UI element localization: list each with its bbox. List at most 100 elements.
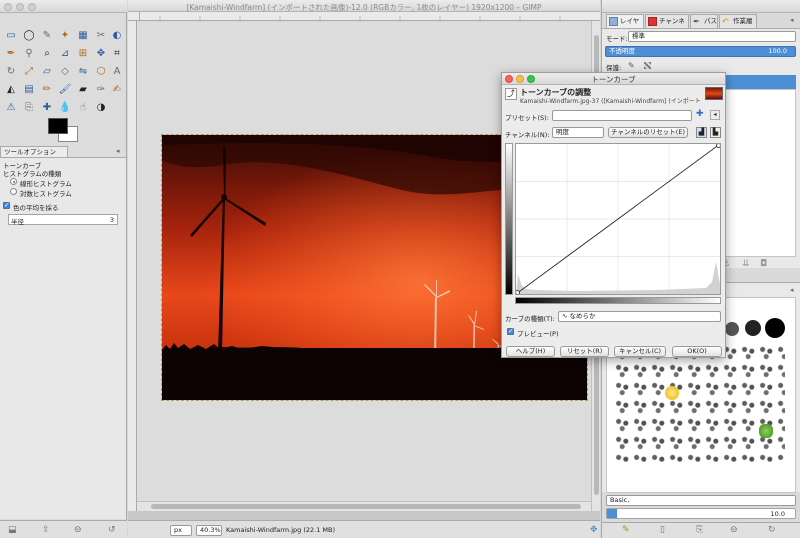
new-brush-icon[interactable]: ▯	[660, 525, 665, 535]
radius-label: 半径	[11, 218, 24, 226]
eraser-tool-icon[interactable]: ▰	[76, 82, 90, 96]
horizontal-ruler[interactable]	[140, 12, 600, 21]
foreground-select-tool-icon[interactable]: ◐	[110, 28, 124, 42]
crop-tool-icon[interactable]: ⌗	[110, 46, 124, 60]
navigate-icon[interactable]: ✥	[590, 525, 598, 535]
preset-menu-icon[interactable]: ◂	[710, 110, 720, 120]
delete-options-icon[interactable]: ⊖	[74, 525, 82, 535]
preview-checkbox[interactable]	[507, 327, 514, 335]
minimize-window-button[interactable]	[16, 3, 24, 11]
edit-brush-icon[interactable]: ✎	[622, 525, 630, 535]
reset-button[interactable]: リセット(R)	[560, 346, 609, 357]
airbrush-tool-icon[interactable]: ✑	[94, 82, 108, 96]
fuzzy-select-tool-icon[interactable]: ✦	[58, 28, 72, 42]
ellipse-select-tool-icon[interactable]: ◯	[22, 28, 36, 42]
opacity-slider[interactable]: 不透明度 100.0	[605, 46, 796, 57]
clone-tool-icon[interactable]: ⎘	[22, 100, 36, 114]
flip-tool-icon[interactable]: ⇋	[76, 64, 90, 78]
tool-options-tab-label: ツールオプション	[4, 148, 56, 156]
heal-tool-icon[interactable]: ✚	[40, 100, 54, 114]
perspective-tool-icon[interactable]: ◇	[58, 64, 72, 78]
vertical-ruler[interactable]	[128, 21, 137, 511]
zoom-value: 40.3%	[200, 526, 221, 534]
select-by-color-tool-icon[interactable]: ▦	[76, 28, 90, 42]
help-button[interactable]: ヘルプ(H)	[506, 346, 555, 357]
paths-tool-icon[interactable]: ✒	[4, 46, 18, 60]
sample-average-checkbox[interactable]	[3, 201, 10, 209]
duplicate-brush-icon[interactable]: ⎘	[696, 525, 703, 535]
dock-menu-icon[interactable]: ◂	[790, 16, 794, 24]
brush-circle-item[interactable]	[725, 322, 739, 336]
merge-layer-icon[interactable]: ⇊	[742, 259, 750, 269]
reset-channel-button[interactable]: チャンネルのリセット(E)	[608, 127, 688, 138]
tab-paths-label: パス	[704, 17, 717, 25]
ok-button[interactable]: OK(O)	[672, 346, 722, 357]
color-picker-tool-icon[interactable]: ⚲	[22, 46, 36, 60]
tab-layers[interactable]: レイヤー	[606, 14, 644, 38]
shear-tool-icon[interactable]: ▱	[40, 64, 54, 78]
move-tool-icon[interactable]: ✥	[94, 46, 108, 60]
curve-type-select[interactable]: ∿ なめらか	[558, 311, 721, 322]
panel-menu-icon[interactable]: ◂	[116, 147, 120, 155]
horizontal-scroll-thumb[interactable]	[151, 504, 581, 509]
unit-selector[interactable]: px	[170, 525, 192, 536]
brush-spacing-slider[interactable]: 10.0	[606, 508, 796, 519]
dodge-burn-tool-icon[interactable]: ◑	[94, 100, 108, 114]
brush-texture-items[interactable]	[615, 344, 785, 462]
lock-alpha-icon[interactable]	[644, 62, 651, 69]
tab-paths[interactable]: ✒ パス	[690, 14, 718, 28]
paintbrush-tool-icon[interactable]: 🖌	[58, 82, 72, 96]
horizontal-scrollbar[interactable]	[137, 501, 600, 511]
bucket-fill-tool-icon[interactable]: ◭	[4, 82, 18, 96]
save-options-icon[interactable]: ⬓	[8, 525, 17, 535]
cage-tool-icon[interactable]: ⬡	[94, 64, 108, 78]
blur-tool-icon[interactable]: 💧	[58, 100, 72, 114]
smudge-tool-icon[interactable]: ☝	[76, 100, 90, 114]
refresh-brushes-icon[interactable]: ↻	[768, 525, 776, 535]
radius-spinner[interactable]: 半径 3	[8, 214, 118, 226]
log-histogram-radio[interactable]	[10, 188, 17, 195]
warning-tool-icon[interactable]: ⚠	[4, 100, 18, 114]
foreground-color-swatch-front[interactable]	[48, 118, 68, 134]
measure-tool-icon[interactable]: ⊿	[58, 46, 72, 60]
toolbox-titlebar	[0, 0, 127, 13]
text-tool-icon[interactable]: A	[110, 64, 124, 78]
tab-undo-history[interactable]: ↶ 作業履歴	[719, 14, 757, 38]
blend-tool-icon[interactable]: ▤	[22, 82, 36, 96]
rotate-tool-icon[interactable]: ↻	[4, 64, 18, 78]
close-window-button[interactable]	[4, 3, 12, 11]
brush-circle-item[interactable]	[765, 318, 785, 338]
linear-histogram-icon[interactable]: ▟	[696, 127, 707, 138]
pencil-tool-icon[interactable]: ✏	[40, 82, 54, 96]
cancel-button[interactable]: キャンセル(C)	[614, 346, 666, 357]
free-select-tool-icon[interactable]: ✎	[40, 28, 54, 42]
lock-pixels-icon[interactable]: ✎	[628, 61, 635, 70]
dock-titlebar	[602, 0, 800, 13]
layer-mask-icon[interactable]: ◘	[760, 259, 767, 269]
brush-category-select[interactable]: Basic,	[606, 495, 796, 506]
delete-brush-icon[interactable]: ⊖	[730, 525, 738, 535]
scale-tool-icon[interactable]: ⤢	[22, 64, 36, 78]
channel-select[interactable]: 明度	[552, 127, 604, 138]
tab-channels[interactable]: チャンネル	[645, 14, 689, 38]
align-tool-icon[interactable]: ⊞	[76, 46, 90, 60]
scissors-tool-icon[interactable]: ✂	[94, 28, 108, 42]
zoom-window-button[interactable]	[28, 3, 36, 11]
ink-tool-icon[interactable]: ✍	[110, 82, 124, 96]
preset-select[interactable]	[552, 110, 692, 121]
brush-sun-item[interactable]	[665, 386, 679, 400]
brush-circle-item[interactable]	[745, 320, 761, 336]
zoom-tool-icon[interactable]: ⌕	[40, 46, 54, 60]
brush-pepper-item[interactable]	[759, 424, 773, 438]
linear-histogram-radio[interactable]	[10, 178, 17, 185]
layer-mode-select[interactable]: 標準	[628, 31, 796, 42]
zoom-selector[interactable]: 40.3%	[196, 525, 222, 536]
add-preset-icon[interactable]: ✚	[696, 109, 704, 119]
rect-select-tool-icon[interactable]: ▭	[4, 28, 18, 42]
quick-mask-corner[interactable]	[128, 12, 140, 21]
log-histogram-icon[interactable]: ▙	[710, 127, 721, 138]
reset-options-icon[interactable]: ↺	[108, 525, 116, 535]
restore-options-icon[interactable]: ⇪	[42, 525, 50, 535]
brushes-menu-icon[interactable]: ◂	[790, 286, 794, 294]
curve-graph[interactable]	[515, 143, 721, 295]
